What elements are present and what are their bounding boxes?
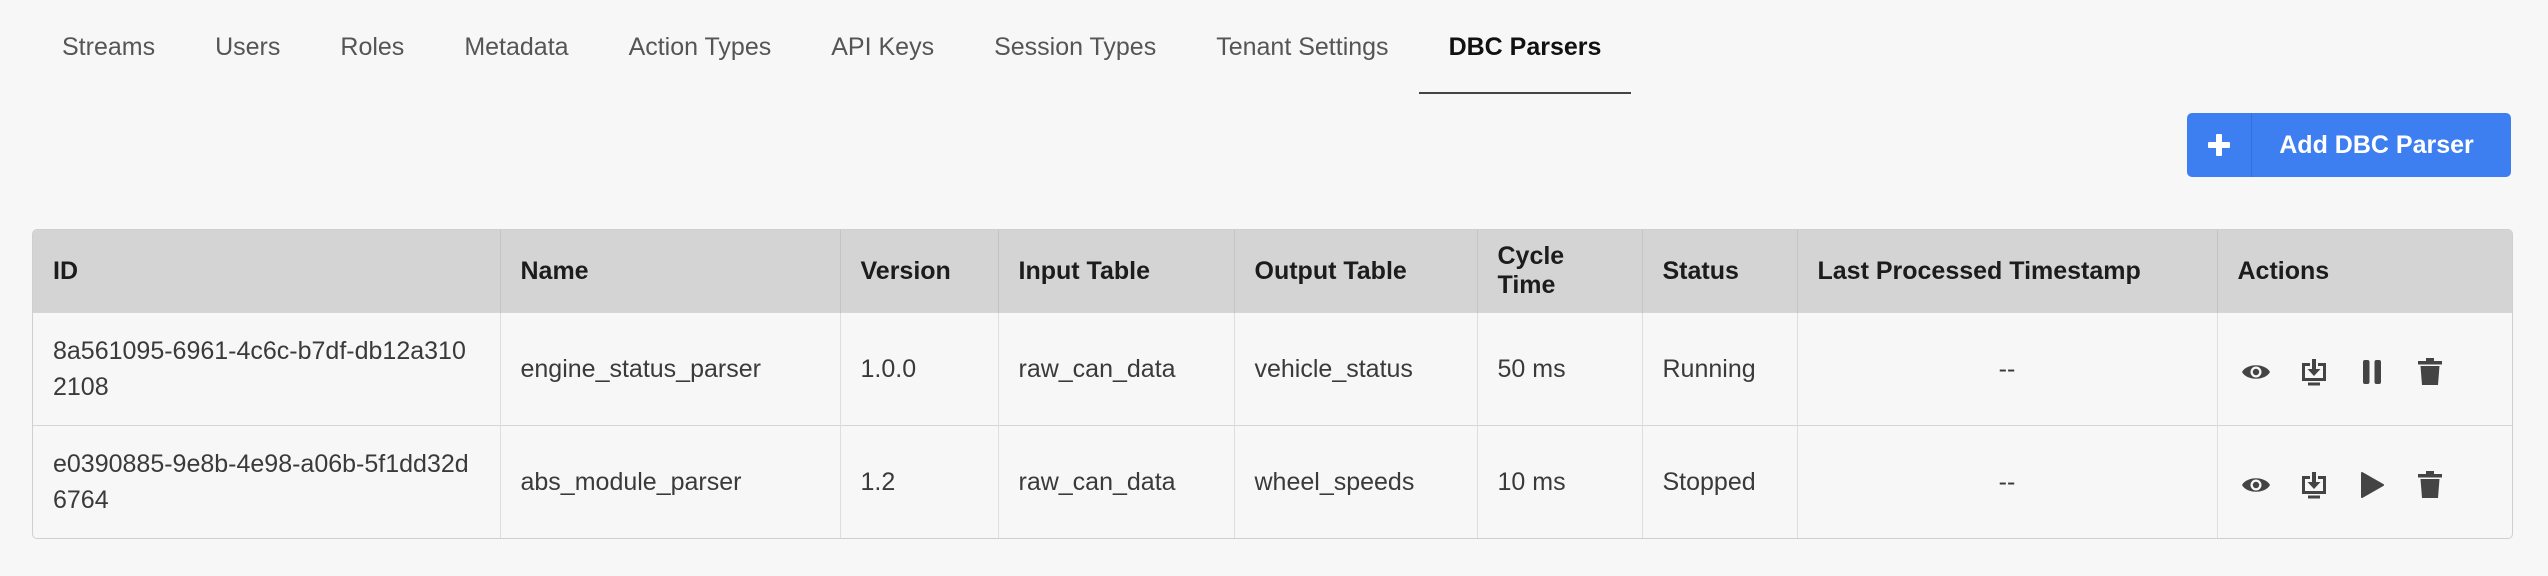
plus-icon <box>2187 113 2252 177</box>
cell-id: 8a561095-6961-4c6c-b7df-db12a3102108 <box>33 312 501 426</box>
tab-streams[interactable]: Streams <box>32 0 185 94</box>
download-icon[interactable] <box>2296 467 2332 503</box>
tab-roles[interactable]: Roles <box>310 0 434 94</box>
cell-actions <box>2217 312 2512 426</box>
table-row: e0390885-9e8b-4e98-a06b-5f1dd32d6764 abs… <box>33 425 2512 538</box>
column-header-last-processed[interactable]: Last Processed Timestamp <box>1797 230 2218 313</box>
cell-name: abs_module_parser <box>500 425 841 538</box>
column-header-name[interactable]: Name <box>500 230 841 313</box>
delete-icon[interactable] <box>2412 354 2448 390</box>
column-header-cycle-time[interactable]: Cycle Time <box>1477 230 1643 313</box>
cell-last-processed: -- <box>1797 425 2218 538</box>
cell-last-processed: -- <box>1797 312 2218 426</box>
column-header-output-table[interactable]: Output Table <box>1234 230 1478 313</box>
view-icon[interactable] <box>2238 467 2274 503</box>
add-dbc-parser-button[interactable]: Add DBC Parser <box>2187 113 2511 177</box>
tab-action-types[interactable]: Action Types <box>599 0 802 94</box>
tab-session-types[interactable]: Session Types <box>964 0 1186 94</box>
download-icon[interactable] <box>2296 354 2332 390</box>
column-header-input-table[interactable]: Input Table <box>998 230 1235 313</box>
tab-users[interactable]: Users <box>185 0 310 94</box>
delete-icon[interactable] <box>2412 467 2448 503</box>
pause-icon[interactable] <box>2354 354 2390 390</box>
cell-version: 1.2 <box>840 425 999 538</box>
add-dbc-parser-label: Add DBC Parser <box>2279 130 2474 159</box>
cell-input-table: raw_can_data <box>998 312 1235 426</box>
tab-bar: Streams Users Roles Metadata Action Type… <box>32 0 1632 94</box>
tab-dbc-parsers[interactable]: DBC Parsers <box>1418 0 1632 94</box>
cell-name: engine_status_parser <box>500 312 841 426</box>
cell-cycle-time: 50 ms <box>1477 312 1643 426</box>
cell-version: 1.0.0 <box>840 312 999 426</box>
cell-status: Running <box>1642 312 1798 426</box>
cell-cycle-time: 10 ms <box>1477 425 1643 538</box>
tab-api-keys[interactable]: API Keys <box>801 0 964 94</box>
column-header-status[interactable]: Status <box>1642 230 1798 313</box>
cell-output-table: wheel_speeds <box>1234 425 1478 538</box>
column-header-version[interactable]: Version <box>840 230 999 313</box>
table-header-row: ID Name Version Input Table Output Table… <box>33 230 2512 313</box>
tab-tenant-settings[interactable]: Tenant Settings <box>1186 0 1418 94</box>
play-icon[interactable] <box>2354 467 2390 503</box>
cell-id: e0390885-9e8b-4e98-a06b-5f1dd32d6764 <box>33 425 501 538</box>
view-icon[interactable] <box>2238 354 2274 390</box>
cell-output-table: vehicle_status <box>1234 312 1478 426</box>
dbc-parsers-table: ID Name Version Input Table Output Table… <box>32 229 2513 539</box>
cell-status: Stopped <box>1642 425 1798 538</box>
tab-metadata[interactable]: Metadata <box>434 0 598 94</box>
column-header-actions: Actions <box>2217 230 2512 313</box>
column-header-id[interactable]: ID <box>33 230 501 313</box>
cell-actions <box>2217 425 2512 538</box>
cell-input-table: raw_can_data <box>998 425 1235 538</box>
table-row: 8a561095-6961-4c6c-b7df-db12a3102108 eng… <box>33 312 2512 426</box>
